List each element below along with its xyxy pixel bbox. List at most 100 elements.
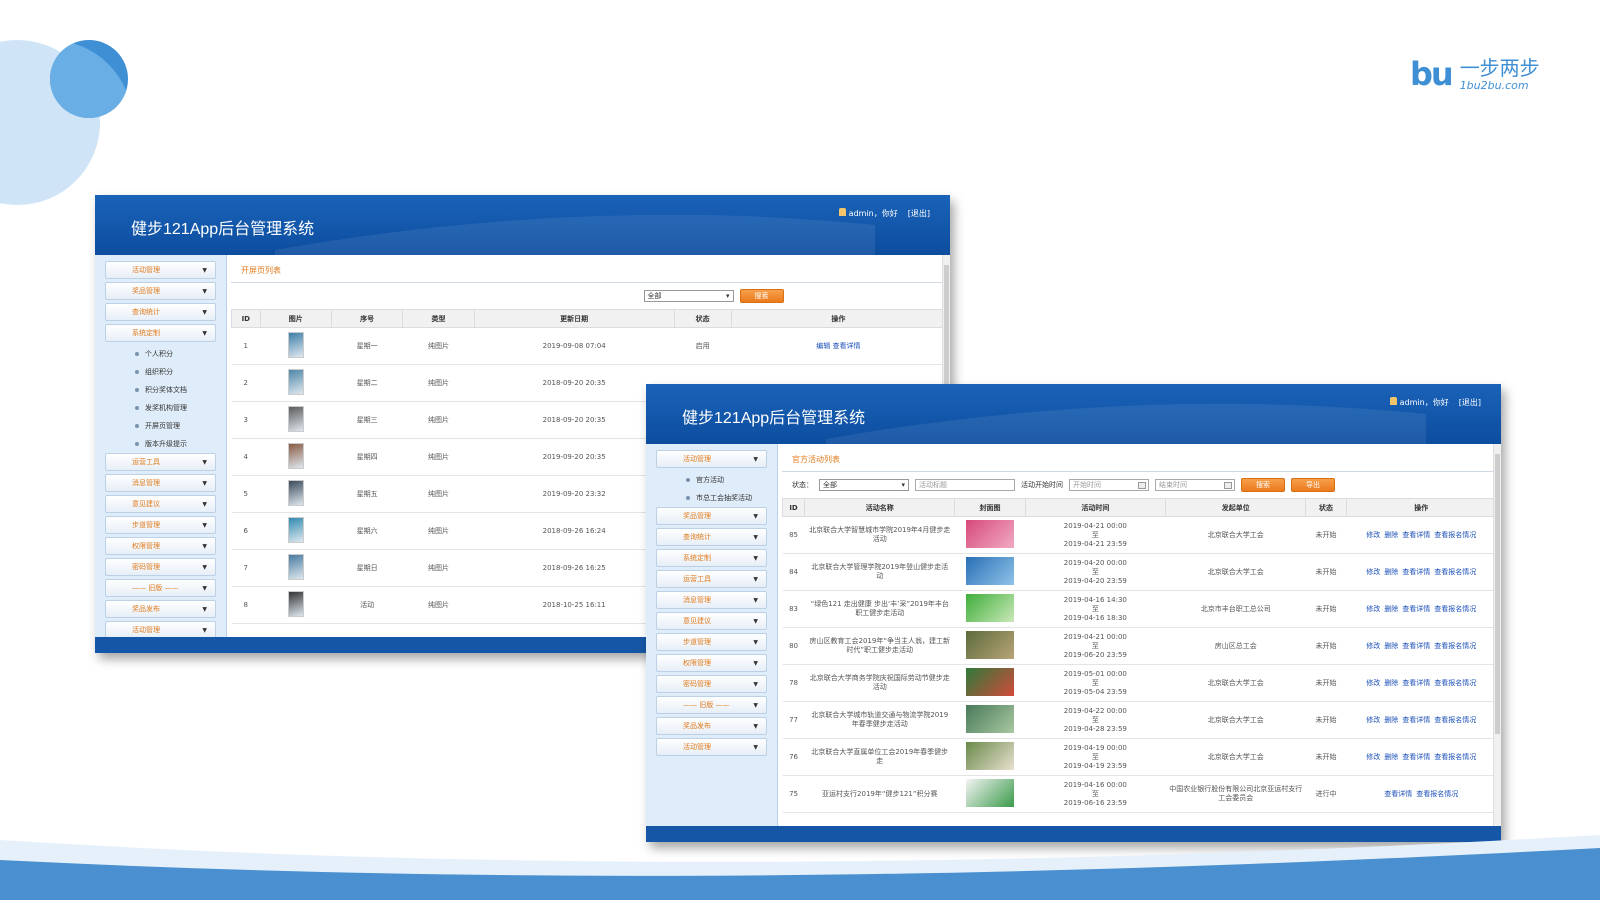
cover-image[interactable]	[966, 631, 1015, 659]
export-button[interactable]: 导出	[1291, 478, 1335, 492]
sidebar-menu-item[interactable]: 查询统计 ▼	[656, 528, 767, 546]
sidebar-menu-item[interactable]: 消息管理 ▼	[656, 591, 767, 609]
column-header[interactable]: 操作	[730, 309, 947, 328]
logout-link[interactable]: [退出]	[908, 208, 930, 219]
action-link[interactable]: 修改	[1366, 753, 1380, 761]
sidebar-sub-item[interactable]: 发奖机构管理	[105, 399, 216, 417]
sidebar-menu-item[interactable]: 密码管理 ▼	[656, 675, 767, 693]
column-header[interactable]: 封面图	[954, 498, 1026, 517]
action-link[interactable]: 修改	[1366, 716, 1380, 724]
sidebar-menu-item[interactable]: 活动管理 ▼	[105, 261, 216, 279]
sidebar-menu-item[interactable]: 奖品管理 ▼	[656, 507, 767, 525]
column-header[interactable]: 状态	[1305, 498, 1347, 517]
action-link[interactable]: 修改	[1366, 568, 1380, 576]
action-link[interactable]: 查看详情	[1384, 790, 1412, 798]
sidebar-menu-item[interactable]: 活动管理 ▼	[656, 450, 767, 468]
sidebar-menu-item[interactable]: 运营工具 ▼	[656, 570, 767, 588]
sidebar-menu-item[interactable]: —— 旧版 —— ▼	[105, 579, 216, 597]
action-link[interactable]: 查看报名情况	[1434, 716, 1476, 724]
sidebar-sub-item[interactable]: 版本升级提示	[105, 435, 216, 453]
column-header[interactable]: 活动时间	[1024, 498, 1167, 517]
cover-image[interactable]	[966, 594, 1015, 622]
sidebar-sub-item[interactable]: 开屏页管理	[105, 417, 216, 435]
sidebar-sub-item[interactable]: 积分奖体文档	[105, 381, 216, 399]
action-link[interactable]: 查看报名情况	[1434, 753, 1476, 761]
sidebar-menu-item[interactable]: 运营工具 ▼	[105, 453, 216, 471]
sidebar-menu-item[interactable]: 步道管理 ▼	[105, 516, 216, 534]
scrollbar[interactable]	[1493, 444, 1501, 826]
status-select[interactable]: 全部 ▾	[643, 290, 734, 302]
calendar-icon[interactable]	[1138, 481, 1146, 489]
column-header[interactable]: ID	[781, 498, 806, 517]
cover-image[interactable]	[966, 779, 1015, 807]
thumbnail-image[interactable]	[287, 443, 304, 469]
sidebar-menu-item[interactable]: 奖品发布 ▼	[656, 717, 767, 735]
action-link[interactable]: 修改	[1366, 531, 1380, 539]
action-link[interactable]: 删除	[1384, 642, 1398, 650]
action-link[interactable]: 删除	[1384, 716, 1398, 724]
sidebar-menu-item[interactable]: 意见建议 ▼	[656, 612, 767, 630]
action-link[interactable]: 查看报名情况	[1434, 642, 1476, 650]
action-link[interactable]: 删除	[1384, 679, 1398, 687]
sidebar-menu-item[interactable]: 权限管理 ▼	[656, 654, 767, 672]
action-link[interactable]: 查看详情	[1402, 642, 1430, 650]
sidebar-menu-item[interactable]: —— 旧版 —— ▼	[656, 696, 767, 714]
action-link[interactable]: 查看详情	[1402, 716, 1430, 724]
sidebar-menu-item[interactable]: 密码管理 ▼	[105, 558, 216, 576]
action-link[interactable]: 查看详情	[1402, 753, 1430, 761]
action-link[interactable]: 查看报名情况	[1434, 605, 1476, 613]
column-header[interactable]: ID	[231, 309, 261, 328]
status-select[interactable]: 全部 ▾	[819, 479, 909, 491]
column-header[interactable]: 发起单位	[1165, 498, 1307, 517]
action-link[interactable]: 查看报名情况	[1434, 531, 1476, 539]
thumbnail-image[interactable]	[287, 332, 304, 358]
start-date-input[interactable]: 开始时间	[1069, 479, 1149, 491]
search-button[interactable]: 搜索	[739, 289, 784, 303]
action-link[interactable]: 查看报名情况	[1434, 568, 1476, 576]
column-header[interactable]: 状态	[673, 309, 732, 328]
sidebar-sub-item[interactable]: 组织积分	[105, 363, 216, 381]
action-link[interactable]: 查看报名情况	[1434, 679, 1476, 687]
thumbnail-image[interactable]	[287, 517, 304, 543]
column-header[interactable]: 操作	[1345, 498, 1498, 517]
action-link[interactable]: 修改	[1366, 642, 1380, 650]
sidebar-sub-item[interactable]: 个人积分	[105, 345, 216, 363]
action-link[interactable]: 删除	[1384, 531, 1398, 539]
action-link[interactable]: 删除	[1384, 568, 1398, 576]
action-link[interactable]: 查看报名情况	[1416, 790, 1458, 798]
sidebar-sub-item[interactable]: 市总工会抽奖活动	[656, 489, 767, 507]
cover-image[interactable]	[966, 705, 1015, 733]
cover-image[interactable]	[966, 668, 1015, 696]
sidebar-sub-item[interactable]: 官方活动	[656, 471, 767, 489]
action-link[interactable]: 查看详情	[1402, 531, 1430, 539]
sidebar-menu-item[interactable]: 步道管理 ▼	[656, 633, 767, 651]
title-input[interactable]: 活动标题	[915, 479, 1015, 491]
thumbnail-image[interactable]	[287, 591, 304, 617]
sidebar-menu-item[interactable]: 活动管理 ▼	[656, 738, 767, 756]
action-link[interactable]: 查看详情	[1402, 605, 1430, 613]
column-header[interactable]: 类型	[402, 309, 475, 328]
action-link[interactable]: 删除	[1384, 753, 1398, 761]
sidebar-menu-item[interactable]: 意见建议 ▼	[105, 495, 216, 513]
search-button[interactable]: 搜索	[1241, 478, 1285, 492]
action-link[interactable]: 修改	[1366, 605, 1380, 613]
sidebar-menu-item[interactable]: 奖品发布 ▼	[105, 600, 216, 618]
column-header[interactable]: 更新日期	[473, 309, 675, 328]
column-header[interactable]: 活动名称	[804, 498, 956, 517]
thumbnail-image[interactable]	[287, 406, 304, 432]
action-link[interactable]: 查看详情	[1402, 679, 1430, 687]
sidebar-menu-item[interactable]: 查询统计 ▼	[105, 303, 216, 321]
logout-link[interactable]: [退出]	[1459, 397, 1481, 408]
cover-image[interactable]	[966, 742, 1015, 770]
action-link[interactable]: 删除	[1384, 605, 1398, 613]
cell-actions[interactable]: 编辑 查看详情	[731, 327, 946, 365]
sidebar-menu-item[interactable]: 系统定制 ▼	[105, 324, 216, 342]
sidebar-menu-item[interactable]: 活动管理 ▼	[105, 621, 216, 637]
calendar-icon[interactable]	[1224, 481, 1232, 489]
thumbnail-image[interactable]	[287, 554, 304, 580]
sidebar-menu-item[interactable]: 消息管理 ▼	[105, 474, 216, 492]
column-header[interactable]: 图片	[259, 309, 332, 328]
end-date-input[interactable]: 结束时间	[1155, 479, 1235, 491]
action-link[interactable]: 修改	[1366, 679, 1380, 687]
action-link[interactable]: 查看详情	[1402, 568, 1430, 576]
